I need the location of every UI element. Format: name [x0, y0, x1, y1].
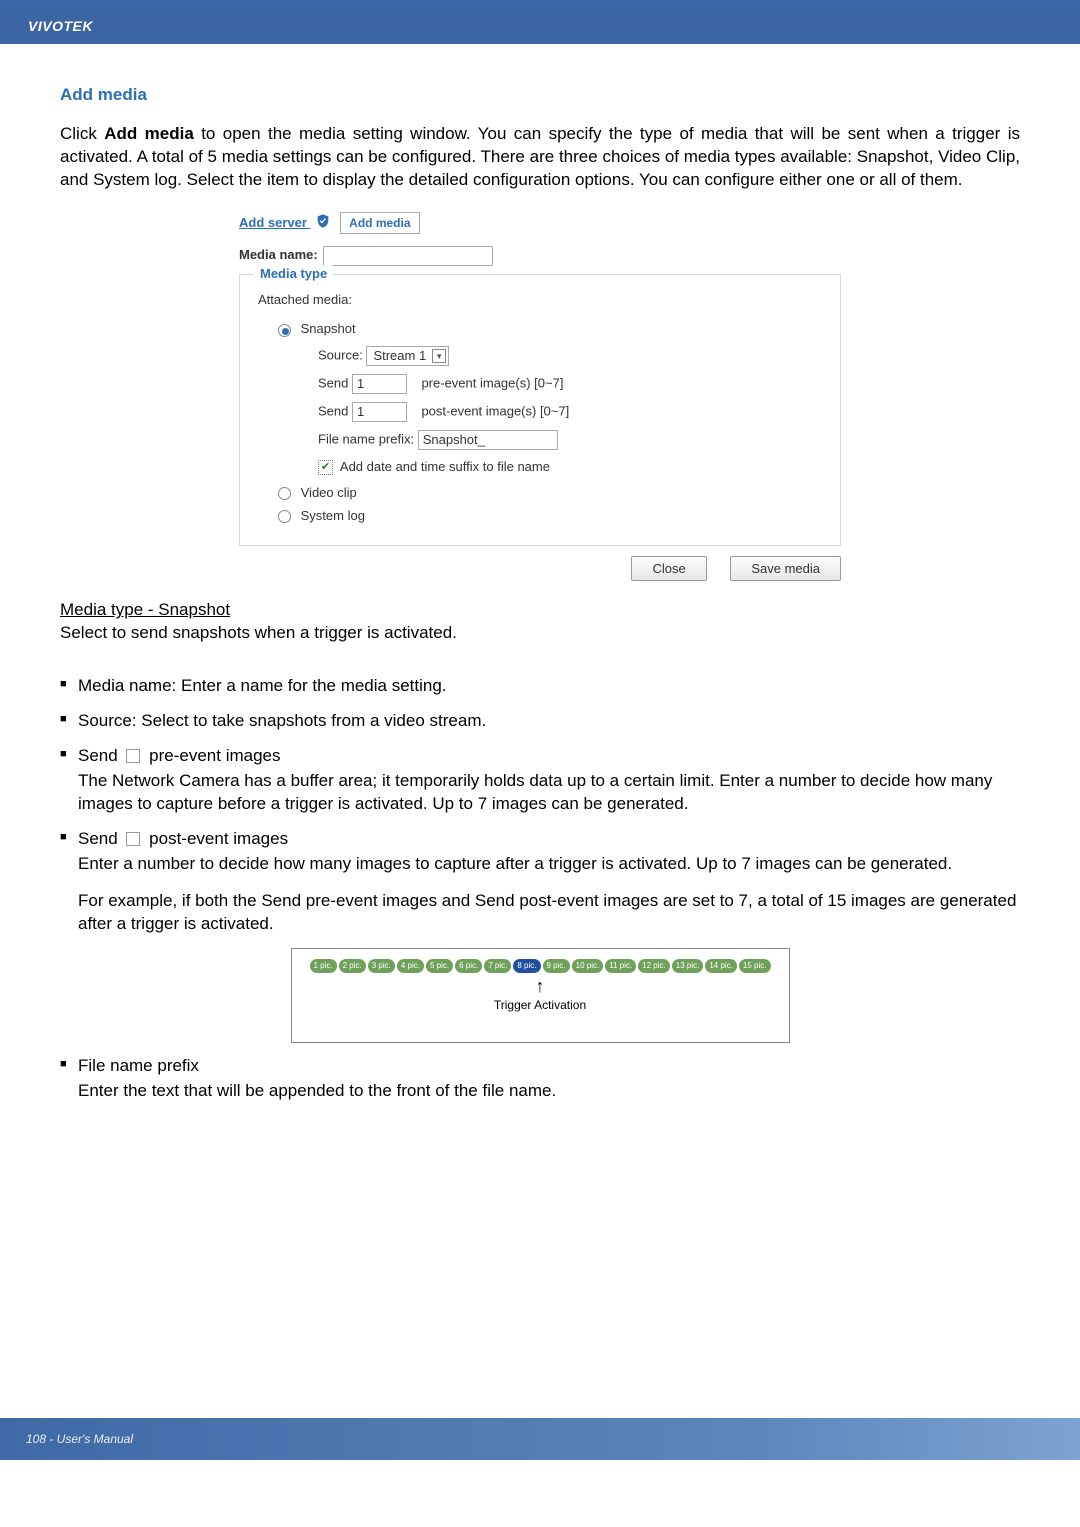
pic-bubble: 1 pic. [310, 959, 337, 974]
pic-bubble: 11 pic. [605, 959, 636, 974]
snapshot-fields: Source: Stream 1 ▾ Send 1 pre-event imag… [258, 346, 822, 476]
bullet-pre-event-body: The Network Camera has a buffer area; it… [78, 770, 1020, 816]
pic-bubble: 8 pic. [513, 959, 540, 974]
pic-bubble: 3 pic. [368, 959, 395, 974]
post-event-count-input[interactable]: 1 [352, 402, 407, 422]
intro-pre: Click [60, 124, 104, 143]
pic-bubble: 13 pic. [672, 959, 704, 974]
pre-event-suffix: pre-event image(s) [0~7] [421, 375, 563, 390]
diagram-placeholder: [diagram] [538, 1030, 542, 1031]
send-pre-label: Send [318, 375, 348, 390]
bullet-post-event: Send post-event images Enter a number to… [60, 828, 1020, 936]
brand-header: VIVOTEK [0, 8, 1080, 44]
trigger-activation-diagram: 1 pic.2 pic.3 pic.4 pic.5 pic.6 pic.7 pi… [60, 948, 1020, 1044]
snapshot-subtext: Select to send snapshots when a trigger … [60, 622, 1020, 645]
pre-event-count-input[interactable]: 1 [352, 374, 407, 394]
source-label: Source: [318, 347, 363, 362]
tab-add-media[interactable]: Add media [340, 212, 419, 234]
page-footer: 108 - User's Manual [0, 1418, 1080, 1460]
intro-bold: Add media [104, 124, 194, 143]
suffix-checkbox-label: Add date and time suffix to file name [340, 459, 550, 474]
attached-media-label: Attached media: [258, 291, 822, 309]
filename-prefix-input[interactable]: Snapshot_ [418, 430, 558, 450]
bullet-list: Media name: Enter a name for the media s… [60, 675, 1020, 935]
top-accent-band [0, 0, 1080, 8]
tab-add-server[interactable]: Add server [239, 215, 311, 230]
trigger-label: Trigger Activation [310, 997, 771, 1013]
bullet-filename-prefix-body: Enter the text that will be appended to … [78, 1080, 1020, 1103]
bullet-pre-event: Send pre-event images The Network Camera… [60, 745, 1020, 816]
tab-row: Add server Add media [239, 212, 841, 234]
radio-systemlog[interactable] [278, 510, 291, 523]
brand-text: VIVOTEK [28, 18, 93, 34]
pic-bubble: 5 pic. [426, 959, 453, 974]
pic-sequence: 1 pic.2 pic.3 pic.4 pic.5 pic.6 pic.7 pi… [310, 959, 771, 974]
pic-bubble: 7 pic. [484, 959, 511, 974]
bullet-source: Source: Select to take snapshots from a … [60, 710, 1020, 733]
intro-post: to open the media setting window. You ca… [60, 124, 1020, 189]
radio-snapshot-label: Snapshot [301, 321, 356, 336]
bullet-media-name: Media name: Enter a name for the media s… [60, 675, 1020, 698]
send-post-label: Send [318, 403, 348, 418]
pic-bubble: 2 pic. [339, 959, 366, 974]
pic-bubble: 15 pic. [739, 959, 771, 974]
pic-bubble: 9 pic. [543, 959, 570, 974]
radio-snapshot-row[interactable]: Snapshot [258, 320, 822, 338]
bullet-filename-prefix: File name prefix Enter the text that wil… [60, 1055, 1020, 1103]
media-name-label: Media name: [239, 246, 318, 264]
chevron-down-icon: ▾ [432, 349, 446, 363]
pic-bubble: 4 pic. [397, 959, 424, 974]
pic-bubble: 10 pic. [572, 959, 604, 974]
bullet-post-event-body: Enter a number to decide how many images… [78, 853, 1020, 876]
footer-text: 108 - User's Manual [26, 1432, 133, 1446]
media-type-legend: Media type [254, 265, 333, 283]
intro-paragraph: Click Add media to open the media settin… [60, 123, 1020, 192]
inline-box-icon [126, 832, 140, 846]
media-type-fieldset: Media type Attached media: Snapshot Sour… [239, 274, 841, 546]
media-settings-screenshot: Add server Add media Media name: Media t… [60, 206, 1020, 587]
up-arrow-icon: ↑ [310, 977, 771, 995]
filename-prefix-label: File name prefix: [318, 431, 414, 446]
shield-icon [315, 213, 331, 234]
radio-videoclip-row[interactable]: Video clip [258, 484, 822, 502]
radio-videoclip[interactable] [278, 487, 291, 500]
close-button[interactable]: Close [631, 556, 706, 582]
radio-systemlog-row[interactable]: System log [258, 507, 822, 525]
pic-bubble: 6 pic. [455, 959, 482, 974]
radio-snapshot[interactable] [278, 324, 291, 337]
bullet-example: For example, if both the Send pre-event … [78, 890, 1020, 936]
section-title: Add media [60, 84, 1020, 107]
post-event-suffix: post-event image(s) [0~7] [421, 403, 569, 418]
save-media-button[interactable]: Save media [730, 556, 841, 582]
source-select[interactable]: Stream 1 ▾ [366, 346, 449, 366]
inline-box-icon [126, 749, 140, 763]
radio-videoclip-label: Video clip [301, 485, 357, 500]
snapshot-heading: Media type - Snapshot [60, 599, 1020, 622]
pic-bubble: 12 pic. [638, 959, 670, 974]
button-row: Close Save media [239, 556, 841, 582]
media-name-input[interactable] [323, 246, 493, 266]
pic-bubble: 14 pic. [705, 959, 737, 974]
page-content: Add media Click Add media to open the me… [0, 44, 1080, 1394]
suffix-checkbox[interactable]: ✔ [318, 460, 333, 475]
radio-systemlog-label: System log [301, 508, 365, 523]
